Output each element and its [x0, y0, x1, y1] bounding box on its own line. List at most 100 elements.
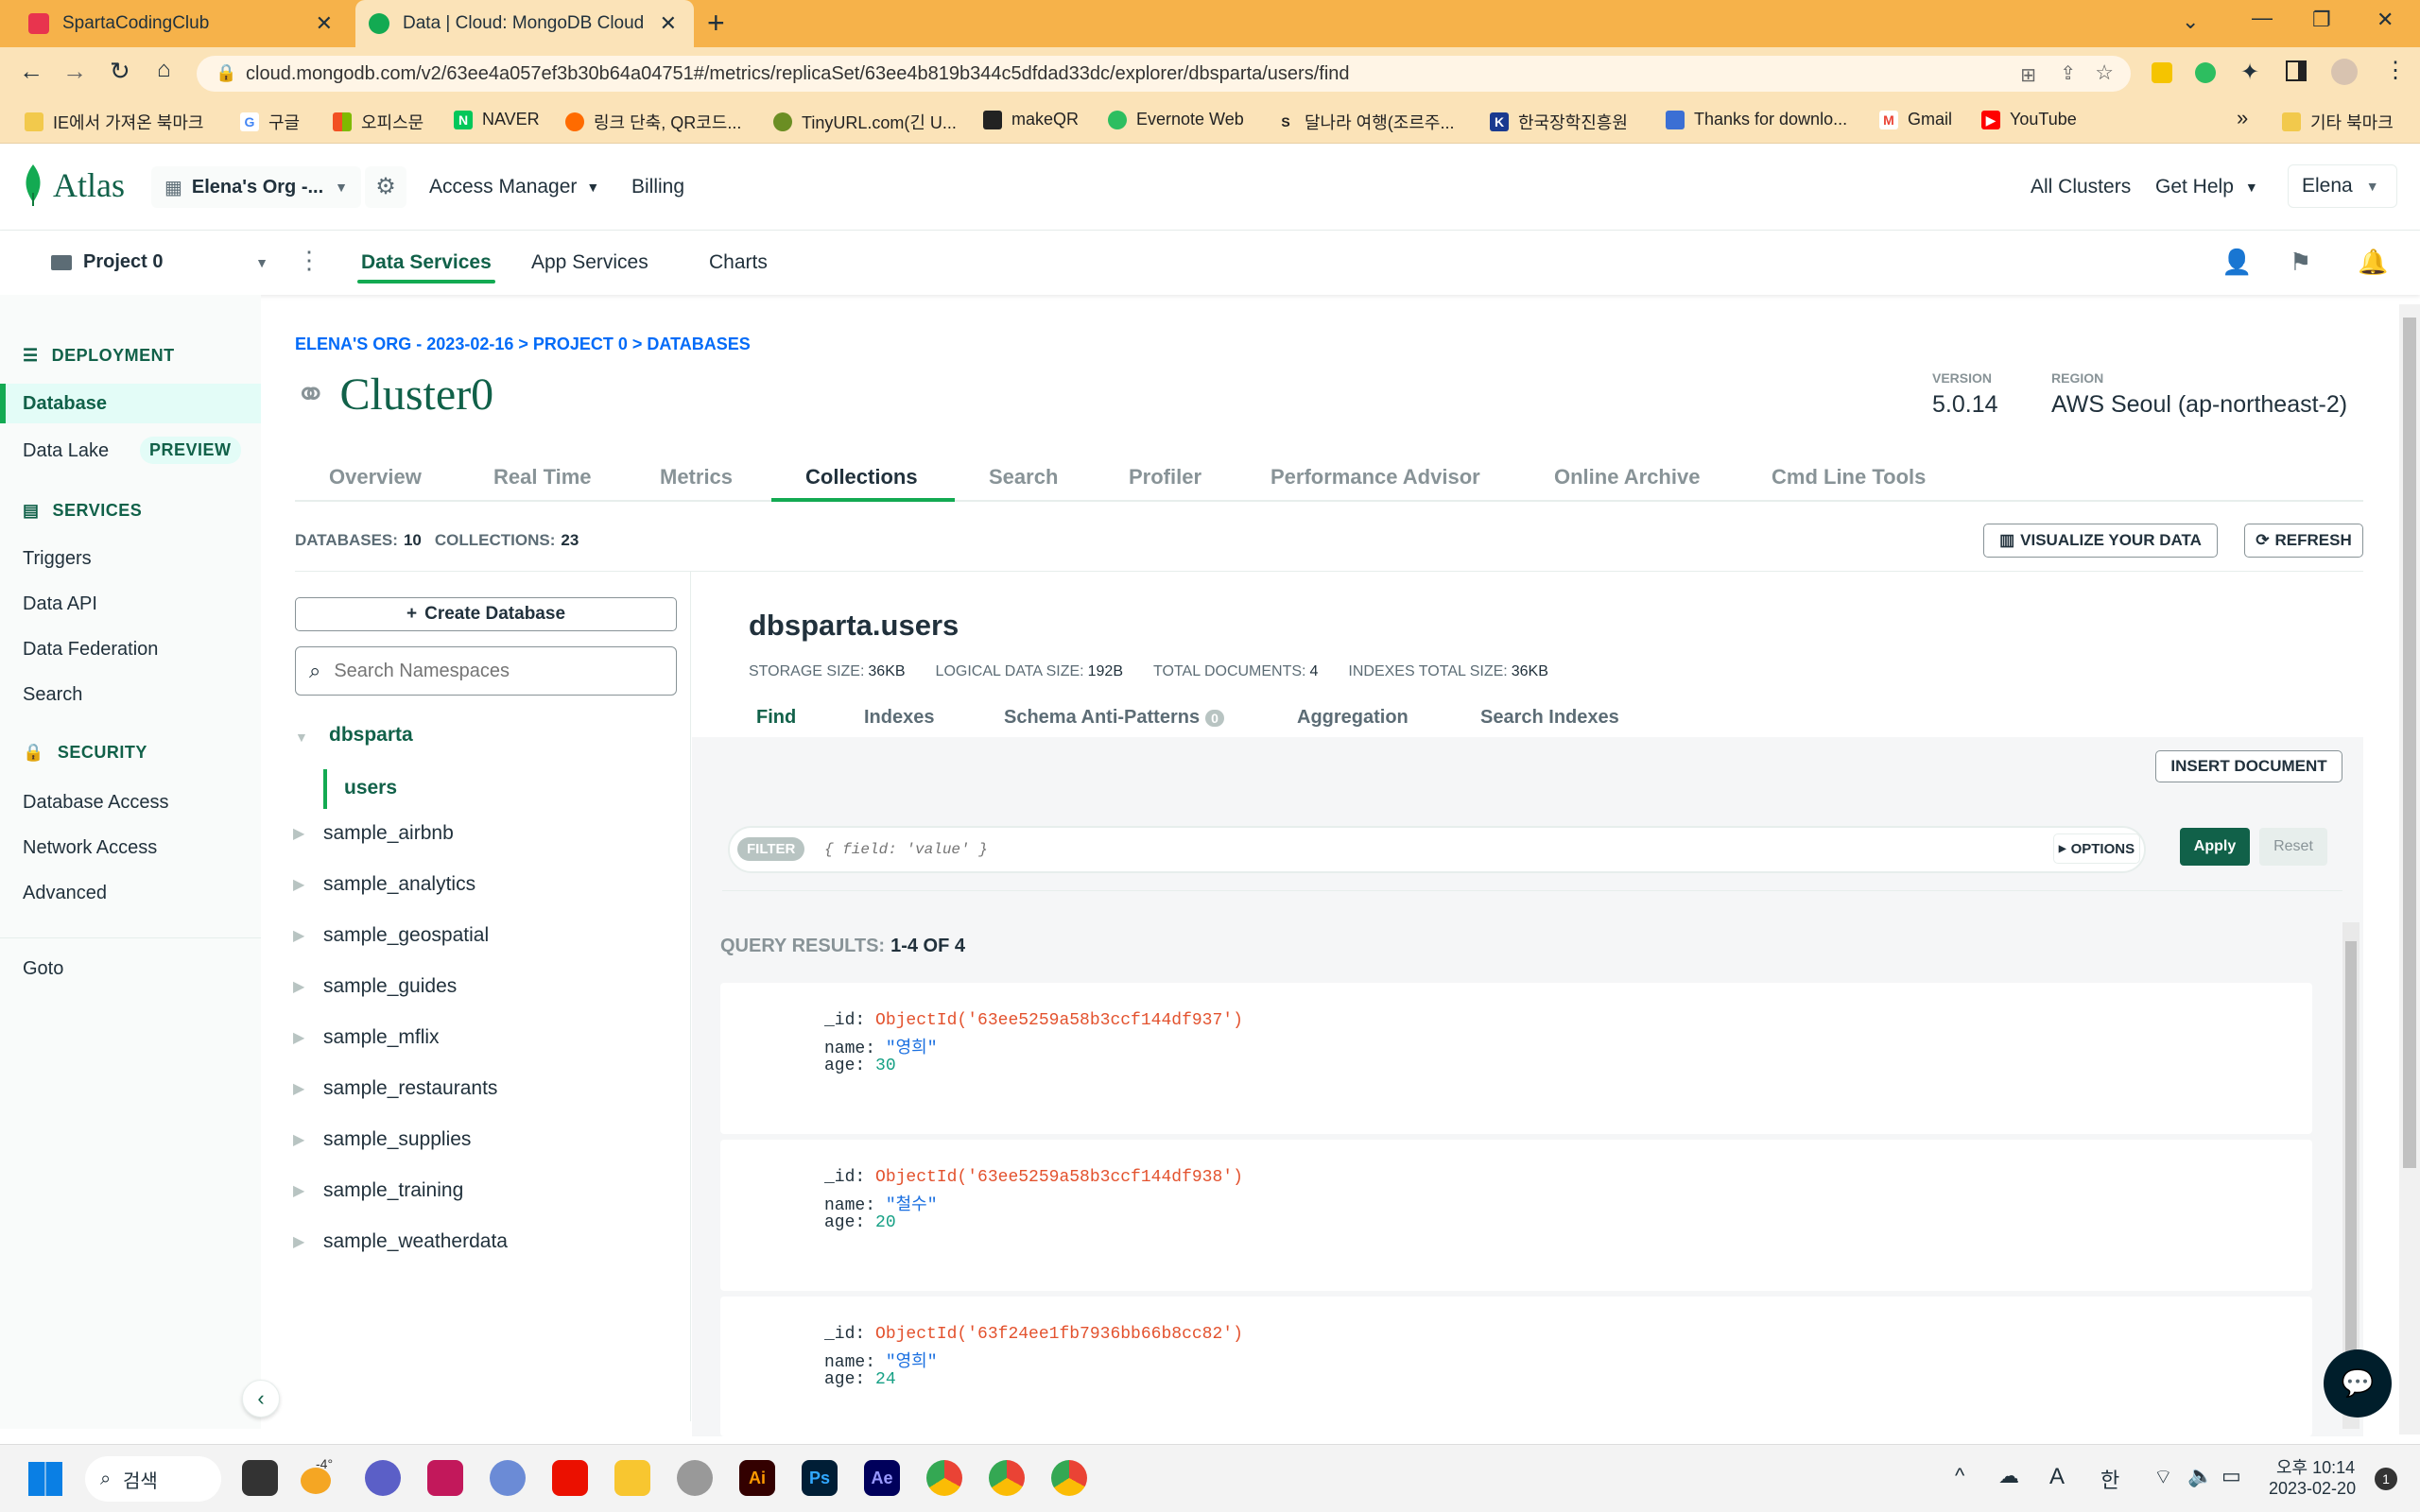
extension-yellow-icon[interactable] — [2152, 62, 2172, 83]
teams-chat-icon[interactable] — [365, 1460, 401, 1496]
create-database-button[interactable]: + Create Database — [295, 597, 677, 631]
ime-mode[interactable]: A — [2049, 1464, 2065, 1490]
battery-icon[interactable]: ▭ — [2221, 1464, 2241, 1488]
filter-input[interactable] — [824, 835, 2044, 864]
tab-performance-advisor[interactable]: Performance Advisor — [1270, 465, 1480, 490]
browser-menu-icon[interactable]: ⋮ — [2384, 57, 2407, 84]
reset-button[interactable]: Reset — [2259, 828, 2327, 866]
bookmark-item[interactable]: 오피스문 — [333, 110, 424, 134]
get-help-menu[interactable]: Get Help ▼ — [2155, 176, 2258, 198]
bookmark-item[interactable]: S 달나라 여행(조르주... — [1276, 110, 1454, 134]
sidebar-item-search[interactable]: Search — [23, 684, 82, 706]
address-bar[interactable]: 🔒 cloud.mongodb.com/v2/63ee4a057ef3b30b6… — [197, 56, 2131, 92]
browser-tab-sparta[interactable]: SpartaCodingClub ✕ — [28, 0, 350, 47]
chrome-active-icon[interactable] — [1051, 1460, 1087, 1496]
database-item[interactable]: ▶ sample_airbnb — [293, 822, 454, 845]
page-scrollbar-thumb[interactable] — [2403, 318, 2416, 1168]
activity-feed-icon[interactable]: ⚑ — [2290, 248, 2311, 277]
atlas-logo[interactable]: Atlas — [23, 164, 125, 206]
tab-search-chevron-icon[interactable]: ⌄ — [2182, 9, 2199, 34]
sidebar-item-data-lake[interactable]: Data Lake — [23, 440, 109, 462]
sidebar-item-data-api[interactable]: Data API — [23, 593, 97, 615]
share-icon[interactable]: ⇪ — [2060, 61, 2076, 85]
bookmark-item[interactable]: IE에서 가져온 북마크 — [25, 110, 204, 134]
minimize-window-icon[interactable]: — — [2252, 6, 2273, 30]
photoshop-icon[interactable]: Ps — [802, 1460, 838, 1496]
database-item[interactable]: ▶ sample_analytics — [293, 873, 475, 896]
database-item[interactable]: ▶ sample_geospatial — [293, 924, 489, 947]
subtab-indexes[interactable]: Indexes — [864, 707, 934, 729]
browser-tab-mongodb[interactable]: Data | Cloud: MongoDB Cloud ✕ — [355, 0, 694, 47]
bookmark-item[interactable]: N NAVER — [454, 110, 540, 129]
file-explorer-icon[interactable] — [614, 1460, 650, 1496]
extensions-puzzle-icon[interactable]: ✦ — [2240, 59, 2259, 86]
tab-cmd-line-tools[interactable]: Cmd Line Tools — [1772, 465, 1926, 490]
bookmark-item[interactable]: Thanks for downlo... — [1666, 110, 1847, 129]
close-tab-icon[interactable]: ✕ — [316, 11, 333, 36]
clock-date[interactable]: 2023-02-20 — [2269, 1479, 2356, 1499]
weather-icon[interactable] — [301, 1468, 331, 1494]
database-item[interactable]: ▶ sample_training — [293, 1179, 463, 1202]
project-selector[interactable]: Project 0 ▼ — [51, 251, 268, 273]
refresh-button[interactable]: ⟳ REFRESH — [2244, 524, 2363, 558]
options-button[interactable]: ▶ OPTIONS — [2053, 833, 2140, 864]
tab-profiler[interactable]: Profiler — [1129, 465, 1201, 490]
other-bookmarks-folder[interactable]: 기타 북마크 — [2282, 110, 2394, 134]
back-arrow-icon[interactable]: ← — [19, 57, 43, 86]
insert-document-button[interactable]: INSERT DOCUMENT — [2155, 750, 2342, 782]
results-scrollbar-thumb[interactable] — [2345, 941, 2357, 1404]
document-card[interactable]: _id: ObjectId('63f24ee1fb7936bb66b8cc82'… — [720, 1297, 2312, 1436]
apply-button[interactable]: Apply — [2180, 828, 2250, 866]
sidebar-item-database-access[interactable]: Database Access — [23, 792, 169, 814]
subtab-schema-anti-patterns[interactable]: Schema Anti-Patterns 0 — [1004, 707, 1224, 729]
profile-avatar-icon[interactable] — [2331, 59, 2358, 85]
volume-icon[interactable]: 🔈 — [2187, 1464, 2213, 1488]
collapse-caret-icon[interactable]: ▼ — [295, 730, 308, 745]
subtab-search-indexes[interactable]: Search Indexes — [1480, 707, 1619, 729]
chat-support-button[interactable]: 💬 — [2324, 1349, 2392, 1418]
side-panel-icon[interactable] — [2286, 60, 2307, 81]
notifications-bell-icon[interactable]: 🔔 — [2358, 248, 2388, 277]
after-effects-icon[interactable]: Ae — [864, 1460, 900, 1496]
notification-count-badge[interactable]: 1 — [2375, 1468, 2397, 1490]
document-card[interactable]: _id: ObjectId('63ee5259a58b3ccf144df938'… — [720, 1140, 2312, 1291]
sidebar-item-data-federation[interactable]: Data Federation — [23, 639, 158, 661]
database-item[interactable]: ▶ sample_restaurants — [293, 1077, 497, 1100]
tab-data-services[interactable]: Data Services — [361, 251, 492, 274]
creative-cloud-icon[interactable] — [552, 1460, 588, 1496]
chrome-profile-icon[interactable] — [989, 1460, 1025, 1496]
restore-window-icon[interactable]: ❐ — [2312, 8, 2331, 32]
user-menu[interactable]: Elena ▼ — [2288, 164, 2397, 208]
forward-arrow-icon[interactable]: → — [62, 57, 87, 86]
bookmark-item[interactable]: makeQR — [983, 110, 1079, 129]
tray-chevron-icon[interactable]: ^ — [1955, 1464, 1964, 1488]
home-icon[interactable]: ⌂ — [157, 57, 171, 83]
bookmark-item[interactable]: M Gmail — [1879, 110, 1952, 129]
database-item[interactable]: ▶ sample_mflix — [293, 1026, 440, 1049]
search-namespaces-input[interactable] — [334, 660, 656, 682]
tab-metrics[interactable]: Metrics — [660, 465, 733, 490]
bookmark-item[interactable]: TinyURL.com(긴 U... — [773, 110, 957, 134]
tab-collections[interactable]: Collections — [805, 465, 918, 490]
clock-time[interactable]: 오후 10:14 — [2276, 1454, 2355, 1479]
bookmark-item[interactable]: Evernote Web — [1108, 110, 1244, 129]
bookmark-item[interactable]: K 한국장학진흥원 — [1490, 110, 1628, 134]
sidebar-item-goto[interactable]: Goto — [23, 958, 63, 980]
project-options-icon[interactable]: ⋮ — [297, 246, 321, 275]
close-window-icon[interactable]: ✕ — [2377, 8, 2394, 32]
chrome-icon[interactable] — [926, 1460, 962, 1496]
subtab-aggregation[interactable]: Aggregation — [1297, 707, 1409, 729]
org-selector[interactable]: ▦ Elena's Org -... ▼ — [151, 166, 361, 208]
collection-item-users[interactable]: users — [344, 777, 397, 799]
database-item[interactable]: ▶ sample_guides — [293, 975, 457, 998]
visualize-data-button[interactable]: ▥ VISUALIZE YOUR DATA — [1983, 524, 2218, 558]
tab-online-archive[interactable]: Online Archive — [1554, 465, 1700, 490]
bookmark-star-icon[interactable]: ☆ — [2095, 60, 2114, 85]
task-view-icon[interactable] — [242, 1460, 278, 1496]
page-scrollbar[interactable] — [2399, 304, 2420, 1435]
evernote-extension-icon[interactable] — [2195, 62, 2216, 83]
tab-overview[interactable]: Overview — [329, 465, 422, 490]
taskbar-search[interactable]: ⌕ 검색 — [85, 1456, 221, 1502]
document-card[interactable]: _id: ObjectId('63ee5259a58b3ccf144df937'… — [720, 983, 2312, 1134]
sidebar-item-advanced[interactable]: Advanced — [23, 883, 107, 904]
